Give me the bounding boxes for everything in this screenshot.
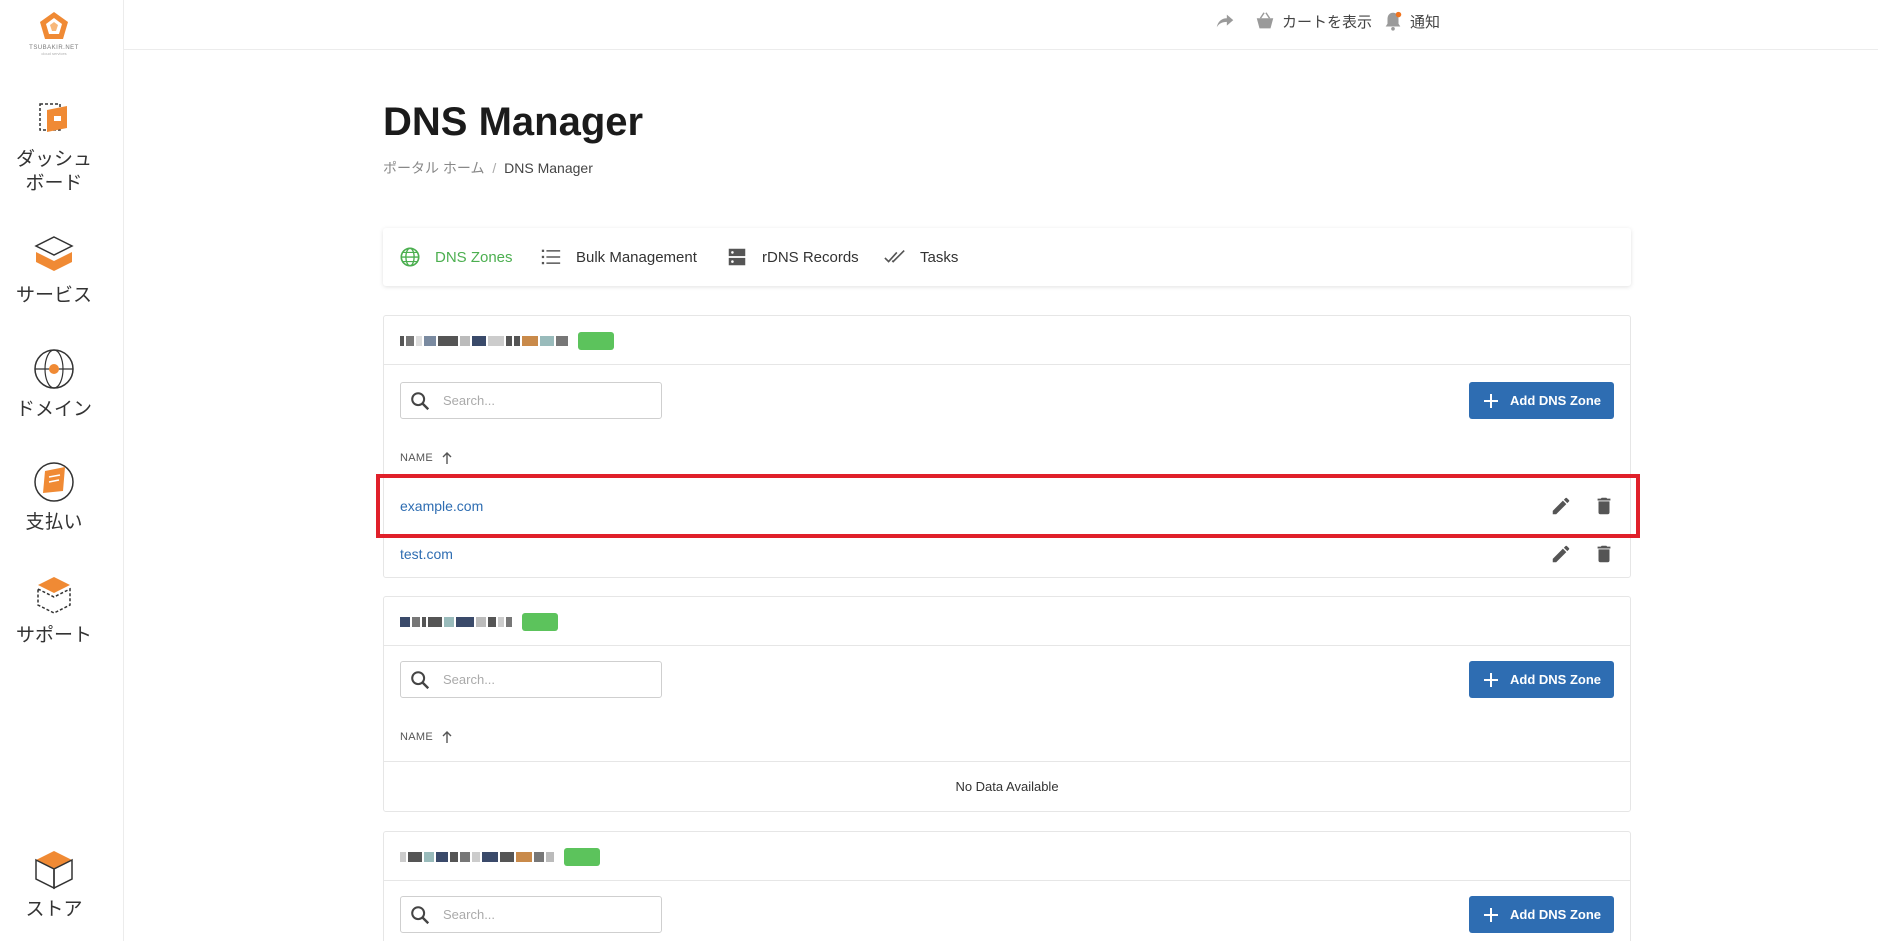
sidebar-item-billing[interactable]: 支払い: [0, 459, 108, 535]
page-title: DNS Manager: [383, 100, 644, 144]
trash-icon: [1597, 545, 1611, 563]
globe-icon: [400, 247, 420, 267]
empty-state-text: No Data Available: [955, 779, 1059, 794]
tab-label: Bulk Management: [576, 248, 697, 266]
delete-zone-button[interactable]: [1591, 541, 1617, 567]
view-cart-label: カートを表示: [1282, 13, 1373, 31]
tab-tasks[interactable]: Tasks: [884, 228, 958, 286]
zone-search-input[interactable]: [443, 672, 643, 687]
sidebar-item-label: ダッシュ ボード: [15, 149, 92, 194]
add-dns-zone-button[interactable]: Add DNS Zone: [1469, 382, 1614, 419]
add-dns-zone-label: Add DNS Zone: [1510, 907, 1601, 922]
zone-search-input[interactable]: [443, 907, 643, 922]
billing-icon: [34, 462, 74, 502]
logo[interactable]: TSUBAKIR.NET cloud services: [26, 10, 82, 70]
group-status-badge: [564, 848, 600, 866]
tab-rdns-records[interactable]: rDNS Records: [726, 228, 859, 286]
group-status-badge: [522, 613, 558, 631]
services-icon: [34, 236, 74, 271]
zone-search-input[interactable]: [443, 393, 643, 408]
list-icon: [541, 249, 561, 265]
sidebar-item-domains[interactable]: ドメイン: [0, 346, 108, 422]
group-header: [384, 832, 1630, 881]
double-check-icon: [884, 249, 905, 263]
top-bar: カートを表示 通知: [124, 0, 1878, 50]
sidebar-item-store[interactable]: ストア: [0, 846, 108, 922]
sort-ascending-icon: [442, 731, 452, 743]
tab-label: DNS Zones: [435, 248, 513, 266]
domain-globe-icon: [34, 349, 74, 389]
zone-domain-link[interactable]: example.com: [400, 498, 483, 514]
add-dns-zone-label: Add DNS Zone: [1510, 672, 1601, 687]
plus-icon: [1484, 393, 1498, 408]
plus-icon: [1484, 907, 1498, 922]
trash-icon: [1597, 497, 1611, 515]
group-header: [384, 597, 1630, 646]
breadcrumb-separator: /: [492, 160, 497, 176]
delete-zone-button[interactable]: [1591, 493, 1617, 519]
column-label: NAME: [400, 731, 433, 743]
tab-dns-zones[interactable]: DNS Zones: [399, 228, 513, 286]
sidebar-item-label: サービス: [15, 285, 92, 306]
zone-search-field[interactable]: [400, 382, 662, 419]
support-icon: [37, 577, 71, 614]
dashboard-icon: [39, 103, 67, 132]
share-arrow-icon: [1216, 14, 1234, 28]
sidebar-item-label: サポート: [15, 625, 92, 646]
store-box-icon: [35, 851, 73, 890]
dns-tabs: DNS Zones Bulk Management rDNS Records T…: [383, 228, 1631, 286]
plus-icon: [1484, 672, 1498, 687]
column-label: NAME: [400, 452, 433, 464]
dns-zone-group-card: Add DNS Zone NAME No Data Available: [383, 596, 1631, 812]
tab-label: rDNS Records: [762, 248, 859, 266]
table-row: test.com: [384, 530, 1630, 578]
view-cart-button[interactable]: カートを表示: [1254, 8, 1372, 34]
zone-search-field[interactable]: [400, 661, 662, 698]
server-icon: [728, 248, 746, 266]
table-row: example.com: [384, 482, 1630, 530]
breadcrumb-home-link[interactable]: ポータル ホーム: [383, 160, 484, 176]
edit-zone-button[interactable]: [1548, 493, 1574, 519]
zone-domain-link[interactable]: test.com: [400, 546, 453, 562]
breadcrumb-current: DNS Manager: [504, 160, 593, 176]
redacted-group-name: [400, 848, 600, 866]
tab-bulk-management[interactable]: Bulk Management: [540, 228, 697, 286]
edit-zone-button[interactable]: [1548, 541, 1574, 567]
search-icon: [411, 391, 430, 410]
sidebar-item-services[interactable]: サービス: [0, 232, 108, 308]
group-status-badge: [578, 332, 614, 350]
pencil-icon: [1552, 497, 1570, 515]
tab-label: Tasks: [920, 248, 959, 266]
bell-icon: [1385, 11, 1402, 31]
search-icon: [411, 905, 430, 924]
sidebar-item-support[interactable]: サポート: [0, 572, 108, 648]
group-header: [384, 316, 1630, 365]
zone-search-field[interactable]: [400, 896, 662, 933]
search-icon: [411, 670, 430, 689]
sidebar-item-label: 支払い: [25, 512, 83, 533]
dns-zone-group-card: Add DNS Zone: [383, 831, 1631, 941]
name-column-header[interactable]: NAME: [400, 730, 453, 744]
sidebar-item-dashboard[interactable]: ダッシュ ボード: [0, 96, 108, 196]
name-column-header[interactable]: NAME: [400, 451, 453, 465]
sidebar-item-label: ドメイン: [15, 399, 92, 420]
redacted-group-name: [400, 332, 614, 350]
notifications-label: 通知: [1410, 13, 1441, 31]
share-button[interactable]: [1214, 8, 1236, 34]
sidebar-item-label: ストア: [25, 899, 83, 920]
logo-tagline: cloud services: [41, 51, 67, 56]
sort-ascending-icon: [442, 452, 452, 464]
cart-basket-icon: [1256, 12, 1274, 29]
breadcrumb: ポータル ホーム / DNS Manager: [383, 158, 593, 178]
notifications-button[interactable]: 通知: [1382, 8, 1440, 34]
logo-mark-icon: [40, 12, 68, 39]
redacted-group-name: [400, 613, 558, 631]
dns-zone-group-card: Add DNS Zone NAME example.com test.com: [383, 315, 1631, 578]
pencil-icon: [1552, 545, 1570, 563]
sidebar: TSUBAKIR.NET cloud services ダッシュ ボード サービ…: [0, 0, 124, 941]
table-divider: [384, 761, 1630, 762]
add-dns-zone-button[interactable]: Add DNS Zone: [1469, 661, 1614, 698]
add-dns-zone-label: Add DNS Zone: [1510, 393, 1601, 408]
add-dns-zone-button[interactable]: Add DNS Zone: [1469, 896, 1614, 933]
